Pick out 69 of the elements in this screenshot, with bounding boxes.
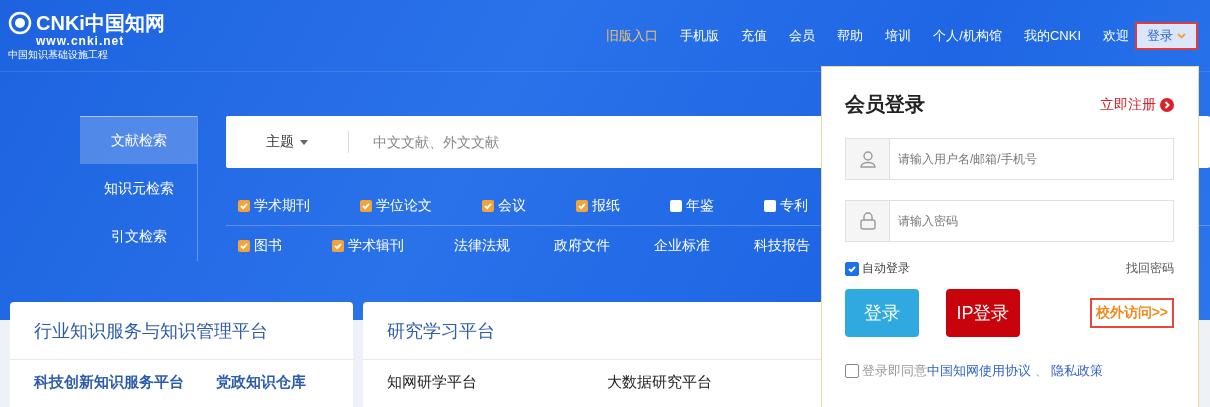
source-link[interactable]: 企业标准 [654, 237, 710, 255]
agreement-text: 登录即同意中国知网使用协议 、 隐私政策 [862, 362, 1104, 380]
privacy-link[interactable]: 隐私政策 [1051, 363, 1104, 378]
nav-link[interactable]: 我的CNKI [1023, 26, 1081, 45]
panel-title: 会员登录 [845, 92, 925, 117]
logo-brand: CNKi中国知网 [36, 11, 165, 34]
password-field[interactable]: 请输入密码 [845, 200, 1174, 242]
platform-link[interactable]: 党政知识仓库 [216, 373, 306, 392]
globe-logo-icon [8, 10, 32, 35]
check-icon [333, 241, 343, 251]
search-tab[interactable]: 知识元检索 [80, 164, 197, 212]
username-field[interactable]: 请输入用户名/邮箱/手机号 [845, 138, 1174, 180]
source-checkbox[interactable]: 学术辑刊 [332, 237, 404, 255]
nav-link[interactable]: 手机版 [680, 26, 720, 45]
source-link[interactable]: 法律法规 [454, 237, 510, 255]
nav-link[interactable]: 帮助 [837, 26, 864, 45]
source-checkbox[interactable]: 学术期刊 [238, 196, 310, 215]
checkbox[interactable] [764, 199, 776, 212]
agree-checkbox[interactable] [845, 364, 859, 378]
source-checkbox[interactable]: 报纸 [576, 196, 620, 215]
checkbox[interactable] [670, 199, 682, 212]
register-link[interactable]: 立即注册 [1100, 95, 1174, 114]
source-checkbox[interactable]: 图书 [238, 237, 282, 255]
platform-link[interactable]: 知网研学平台 [387, 373, 575, 392]
nav-link[interactable]: 培训 [885, 26, 912, 45]
lock-icon [858, 212, 877, 230]
auto-login-checkbox[interactable] [845, 261, 859, 276]
caret-icon [300, 139, 308, 145]
check-icon [239, 200, 249, 211]
terms-link[interactable]: 中国知网使用协议 [927, 363, 1031, 378]
logo-slogan: 中国知识基础设施工程 [8, 47, 109, 61]
forgot-password-link[interactable]: 找回密码 [1126, 260, 1174, 277]
checkbox[interactable] [360, 199, 372, 212]
nav-link[interactable]: 充值 [741, 26, 768, 45]
check-icon [483, 200, 493, 211]
search-field-select[interactable]: 主题 [226, 132, 348, 152]
login-dropdown-button[interactable]: 登录 [1135, 21, 1198, 50]
source-link[interactable]: 科技报告 [754, 237, 810, 255]
check-icon [577, 200, 587, 211]
user-icon [858, 150, 877, 168]
search-tab[interactable]: 文献检索 [80, 116, 197, 164]
check-icon [361, 200, 371, 211]
source-checkbox[interactable]: 专利 [764, 196, 808, 215]
platform-link[interactable]: 大数据研究平台 [607, 373, 795, 392]
nav-link[interactable]: 个人/机构馆 [933, 26, 1002, 45]
check-icon [239, 241, 249, 251]
auto-login-label: 自动登录 [862, 260, 910, 277]
check-icon [847, 263, 857, 274]
checkbox[interactable] [482, 199, 494, 212]
checkbox[interactable] [238, 199, 250, 212]
source-checkbox[interactable]: 年鉴 [670, 196, 714, 215]
logo-url: www.cnki.net [35, 34, 126, 48]
checkbox[interactable] [576, 199, 588, 212]
nav-link[interactable]: 旧版入口 [606, 26, 659, 45]
card-title: 行业知识服务与知识管理平台 [10, 302, 353, 360]
arrow-circle-icon [1160, 97, 1174, 112]
nav-link[interactable]: 欢迎 [1103, 26, 1129, 45]
checkbox[interactable] [238, 240, 250, 252]
ip-login-button[interactable]: IP登录 [946, 289, 1020, 337]
checkbox[interactable] [332, 240, 344, 252]
source-link[interactable]: 政府文件 [554, 237, 610, 255]
source-checkbox[interactable]: 学位论文 [360, 196, 432, 215]
login-button[interactable]: 登录 [845, 289, 919, 337]
source-checkbox[interactable]: 会议 [482, 196, 526, 215]
nav-link[interactable]: 会员 [789, 26, 816, 45]
platform-link[interactable]: 科技创新知识服务平台 [34, 373, 184, 392]
offsite-access-link[interactable]: 校外访问>> [1089, 298, 1174, 328]
chevron-icon [1177, 32, 1186, 39]
search-tab[interactable]: 引文检索 [80, 212, 197, 260]
